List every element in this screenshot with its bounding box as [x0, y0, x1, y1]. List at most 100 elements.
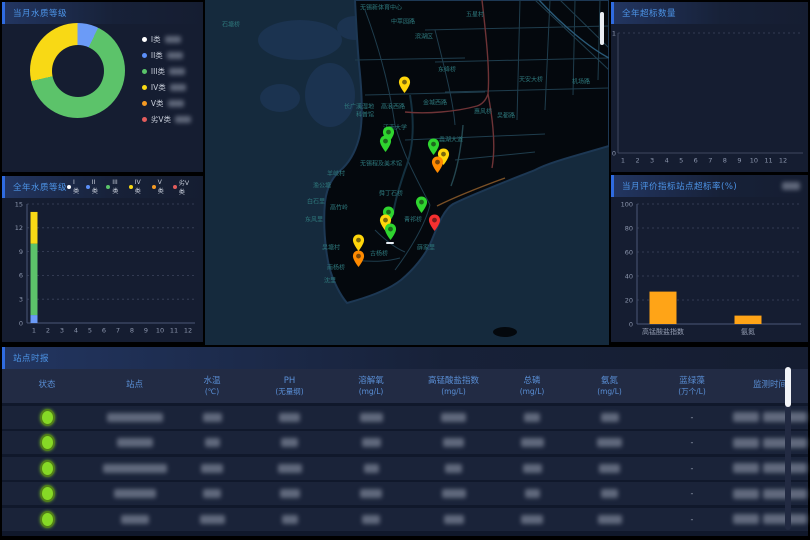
- map-place-label: 白石里: [307, 197, 325, 206]
- table-row[interactable]: -: [2, 431, 808, 454]
- legend-item[interactable]: 劣V类: [142, 114, 191, 125]
- legend-item[interactable]: I类: [67, 179, 81, 195]
- station-name-censored: [121, 515, 149, 524]
- map-marker-green[interactable]: [384, 223, 397, 241]
- map-place-label: 南杨桥: [327, 263, 345, 272]
- svg-text:3: 3: [19, 296, 23, 304]
- panel-month-grade-header: 当月水质等级: [2, 2, 203, 24]
- svg-text:4: 4: [665, 157, 669, 165]
- svg-text:3: 3: [60, 327, 64, 335]
- cell-4: [247, 438, 332, 447]
- legend-dot-icon: [106, 185, 110, 189]
- cell-7: [497, 464, 567, 473]
- legend-item[interactable]: II类: [86, 179, 102, 195]
- cell-2: [92, 515, 177, 524]
- table-row[interactable]: -: [2, 482, 808, 505]
- cell-6: [410, 438, 497, 447]
- svg-text:0: 0: [612, 150, 616, 158]
- map-place-label: 吴都路: [497, 111, 515, 120]
- map-place-label: 五星村: [466, 10, 484, 19]
- cell-3: [177, 413, 247, 422]
- cell-9: -: [652, 438, 732, 447]
- algae-value: -: [691, 438, 694, 447]
- value-censored: [364, 464, 379, 473]
- legend-dot-icon: [142, 117, 147, 122]
- cell-2: [92, 413, 177, 422]
- column-header-6: 高锰酸盐指数(mg/L): [410, 376, 497, 397]
- svg-text:7: 7: [116, 327, 120, 335]
- legend-item[interactable]: V类: [142, 98, 191, 109]
- svg-text:1: 1: [621, 157, 625, 165]
- water-grade-donut-chart[interactable]: [30, 23, 125, 118]
- value-censored: [597, 438, 622, 447]
- station-name-censored: [107, 413, 163, 422]
- year-exceed-chart[interactable]: 10123456789101112: [611, 24, 808, 168]
- legend-dot-icon: [142, 37, 147, 42]
- map-marker-green[interactable]: [415, 196, 428, 214]
- svg-text:80: 80: [625, 224, 633, 232]
- map-place-label: 无锡程及美术馆: [360, 159, 402, 168]
- legend-item[interactable]: V类: [152, 179, 168, 195]
- legend-item[interactable]: III类: [142, 66, 191, 77]
- cell-6: [410, 515, 497, 524]
- svg-text:6: 6: [19, 272, 23, 280]
- map-place-label: 东风里: [305, 215, 323, 224]
- cell-3: [177, 515, 247, 524]
- cell-8: [567, 464, 652, 473]
- cell-10: [732, 514, 808, 524]
- table-row[interactable]: -: [2, 508, 808, 531]
- svg-text:2: 2: [635, 157, 639, 165]
- value-censored: [444, 515, 464, 524]
- svg-text:1: 1: [32, 327, 36, 335]
- cell-10: [732, 438, 808, 448]
- legend-item[interactable]: IV类: [129, 179, 147, 195]
- column-header-5: 溶解氧(mg/L): [332, 376, 410, 397]
- cell-9: -: [652, 464, 732, 473]
- value-censored: [521, 438, 544, 447]
- value-censored: [441, 413, 466, 422]
- cell-9: -: [652, 515, 732, 524]
- column-header-3: 水温(℃): [177, 376, 247, 397]
- map-marker-yellow[interactable]: [398, 76, 411, 94]
- map-marker-green[interactable]: [379, 135, 392, 153]
- cell-3: [177, 489, 247, 498]
- month-rate-bar-chart[interactable]: 020406080100高锰酸盐指数氨氮: [611, 197, 808, 342]
- cell-10: [732, 489, 808, 499]
- station-map[interactable]: 石塘桥无锡新体育中心中萃园路滨湖区五星村东绛桥天安大桥机场路高浪西路金城西路惠风…: [205, 0, 609, 345]
- map-marker-orange[interactable]: [352, 250, 365, 268]
- map-scrollbar[interactable]: [600, 12, 604, 45]
- map-place-label: 吴塘村: [322, 243, 340, 252]
- donut-legend: I类 II类 III类 IV类 V类劣V类: [142, 34, 191, 125]
- value-censored: [524, 413, 540, 422]
- table-scrollbar-thumb[interactable]: [785, 367, 791, 407]
- cell-5: [332, 489, 410, 498]
- value-censored: [205, 438, 220, 447]
- value-censored: [203, 413, 222, 422]
- station-name-censored: [114, 489, 156, 498]
- svg-text:1: 1: [612, 30, 616, 38]
- station-name-censored: [103, 464, 167, 473]
- legend-dot-icon: [86, 185, 90, 189]
- map-marker-red[interactable]: [428, 214, 441, 232]
- column-header-8: 氨氮(mg/L): [567, 376, 652, 397]
- legend-item[interactable]: III类: [106, 179, 123, 195]
- table-row[interactable]: -: [2, 457, 808, 480]
- cell-2: [92, 464, 177, 473]
- svg-text:5: 5: [679, 157, 683, 165]
- column-header-7: 总磷(mg/L): [497, 376, 567, 397]
- table-row[interactable]: -: [2, 406, 808, 429]
- map-place-label: 惠风桥: [474, 107, 492, 116]
- corner-note-censored[interactable]: [782, 182, 800, 190]
- cell-1: [2, 511, 92, 528]
- legend-item[interactable]: 劣V类: [173, 178, 195, 196]
- panel-title: 全年超标数量: [622, 7, 676, 19]
- map-marker-orange[interactable]: [431, 156, 444, 174]
- year-grade-bar-chart[interactable]: 03691215123456789101112: [2, 198, 199, 342]
- svg-text:40: 40: [625, 272, 633, 280]
- legend-item[interactable]: IV类: [142, 82, 191, 93]
- panel-month-rate-header: 当月评价指标站点超标率(%): [611, 175, 808, 197]
- legend-item[interactable]: II类: [142, 50, 191, 61]
- map-marker-selected-underline: [386, 242, 394, 244]
- map-place-label: 古杨桥: [370, 249, 388, 258]
- legend-item[interactable]: I类: [142, 34, 191, 45]
